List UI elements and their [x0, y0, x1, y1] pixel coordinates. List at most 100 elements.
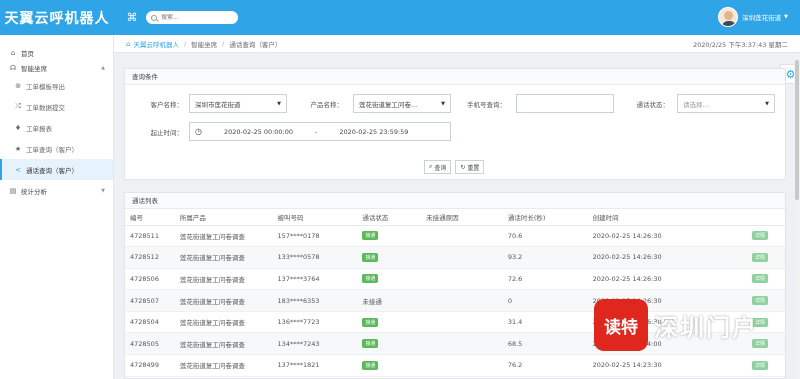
app-title[interactable]: 天翼云呼机器人 [0, 0, 114, 35]
detail-button[interactable]: 详情 [752, 360, 769, 370]
sidebar-item-label: 工单模板导出 [26, 82, 65, 91]
phone-input[interactable] [516, 94, 614, 113]
cell-id: 4728505 [125, 332, 175, 356]
cell-id: 4728504 [125, 311, 175, 334]
breadcrumb-separator: / [222, 39, 225, 48]
table-row[interactable]: 4728506 莲花街道复工问卷调查 137****3764 接通 72.6 2020-0… [125, 268, 785, 291]
breadcrumb-current: 通话查询（客户） [229, 40, 282, 49]
cell-created: 2020-02-25 14:26:30 [587, 246, 748, 269]
cell-reason [421, 354, 503, 377]
column-header[interactable]: 未接通原因 [421, 209, 503, 226]
share-icon: < [15, 165, 21, 174]
sidebar-item-smart-seat[interactable]: ☊ 智能坐席 ▲ [0, 60, 113, 75]
chevron-down-icon: ▼ [784, 14, 788, 20]
cell-id: 4728511 [125, 225, 175, 248]
search-button[interactable]: ⌕ 查询 [424, 160, 452, 174]
watermark-badge: 读特 [594, 299, 648, 351]
table-header-row: 编号 所属产品 被叫号码 通话状态 未接通原因 通话时长(秒) 创建时间 [125, 209, 785, 226]
status-badge: 接通 [362, 360, 379, 370]
cell-duration: 31.4 [502, 311, 588, 334]
query-panel: 查询条件 客户名称： 深圳市莲花街道 ▼ 产品名称： 莲花街道复工问卷... ▼… [124, 68, 786, 180]
time-separator: - [315, 127, 318, 136]
cell-action: 详情 [747, 354, 785, 377]
detail-button[interactable]: 详情 [752, 274, 769, 284]
sidebar-item-label: 工单查询（客户） [26, 145, 78, 154]
query-panel-title: 查询条件 [125, 69, 785, 85]
search-icon [151, 14, 157, 21]
cell-phone: 137****1821 [272, 354, 358, 377]
sidebar-item-statistics[interactable]: ▤ 统计分析 ▼ [0, 183, 113, 198]
sidebar-item-report[interactable]: ♦ 工单报表 [0, 117, 113, 138]
column-header[interactable]: 通话状态 [357, 209, 422, 226]
cell-product: 莲花街道复工问卷调查 [174, 354, 273, 377]
caret-down-icon: ▼ [277, 100, 281, 107]
status-select-placeholder: 请选择... [683, 100, 709, 109]
column-header[interactable]: 编号 [125, 209, 175, 226]
cell-reason [421, 246, 503, 269]
cell-phone: 157****0178 [272, 225, 358, 248]
breadcrumb-separator: / [183, 39, 187, 48]
status-badge: 接通 [362, 317, 379, 327]
time-range-picker[interactable]: ◷ 2020-02-25 00:00:00 - 2020-02-25 23:59… [189, 122, 451, 141]
sidebar-item-home[interactable]: ⌂ 首页 [0, 45, 113, 60]
menu-toggle-icon[interactable]: ⌘ [124, 10, 140, 26]
cell-status: 接通 [357, 332, 422, 356]
cell-status: 接通 [357, 268, 422, 291]
cell-phone: 137****3764 [272, 268, 358, 291]
bar-chart-icon: ▤ [9, 186, 17, 195]
search-box[interactable] [146, 11, 238, 24]
cell-product: 莲花街道复工问卷调查 [174, 311, 273, 334]
cell-status: 未接通 [357, 289, 422, 312]
home-icon: ⌂ [10, 48, 16, 57]
detail-button[interactable]: 详情 [752, 252, 769, 262]
breadcrumb-home-link[interactable]: 天翼云呼机器人 [133, 39, 179, 49]
cell-phone: 134****7243 [272, 332, 358, 356]
column-header[interactable]: 所属产品 [174, 209, 273, 226]
cell-status: 接通 [357, 225, 422, 248]
cell-duration: 76.2 [502, 354, 588, 377]
cell-id: 4728499 [125, 354, 175, 377]
status-select[interactable]: 请选择... ▼ [677, 94, 775, 113]
phone-label: 手机号查询： [467, 100, 506, 109]
cell-duration: 68.5 [502, 332, 588, 356]
scrollbar-thumb[interactable] [795, 60, 799, 200]
cell-reason [421, 225, 503, 248]
sidebar-item-call-query[interactable]: < 通话查询（客户） [0, 159, 113, 180]
search-input[interactable] [161, 14, 231, 21]
end-time: 2020-02-25 23:59:59 [339, 127, 409, 136]
reset-button[interactable]: ↻ 重置 [455, 160, 485, 174]
top-navbar: 天翼云呼机器人 ⌘ 深圳莲花街道 ▼ [0, 0, 800, 35]
product-select[interactable]: 莲花街道复工问卷... ▼ [353, 94, 451, 113]
cell-duration: 72.6 [502, 268, 588, 291]
cell-phone: 133****0578 [272, 246, 358, 269]
column-header[interactable]: 被叫号码 [272, 209, 358, 226]
status-badge: 接通 [362, 252, 379, 262]
customer-select[interactable]: 深圳市莲花街道 ▼ [189, 94, 287, 113]
column-header[interactable]: 通话时长(秒) [502, 209, 588, 226]
breadcrumb-section[interactable]: 智能坐席 [191, 39, 217, 49]
detail-button[interactable]: 详情 [752, 231, 769, 241]
cell-created: 2020-02-25 14:26:30 [587, 225, 748, 248]
status-badge: 接通 [362, 231, 379, 241]
watermark-text: 深圳门户 [654, 313, 758, 342]
refresh-icon: ↻ [460, 163, 466, 171]
table-row[interactable]: 4728499 莲花街道复工问卷调查 137****1821 接通 76.2 2020-0… [125, 354, 785, 377]
cell-id: 4728512 [125, 246, 175, 269]
sidebar-item-label: 工单报表 [26, 124, 52, 133]
cell-action: 详情 [747, 225, 785, 248]
cell-reason [421, 289, 503, 312]
table-row[interactable]: 4728512 莲花街道复工问卷调查 133****0578 接通 93.2 2020-0… [125, 246, 785, 269]
search-icon: ⌕ [429, 163, 433, 170]
start-time: 2020-02-25 00:00:00 [223, 127, 294, 136]
sidebar-item-data-submit[interactable]: ⤮ 工单数据提交 [0, 96, 113, 117]
user-menu[interactable]: 深圳莲花街道 ▼ [718, 7, 788, 27]
cell-product: 莲花街道复工问卷调查 [174, 332, 273, 356]
sidebar-item-template-export[interactable]: ⊚ 工单模板导出 [0, 75, 113, 96]
sidebar-item-label: 工单数据提交 [26, 103, 65, 112]
reset-button-label: 重置 [467, 164, 480, 172]
sidebar-item-order-query[interactable]: ★ 工单查询（客户） [0, 138, 113, 159]
column-header[interactable]: 创建时间 [587, 209, 748, 226]
cell-reason [421, 268, 503, 291]
product-select-value: 莲花街道复工问卷... [359, 100, 418, 109]
table-row[interactable]: 4728511 莲花街道复工问卷调查 157****0178 接通 70.6 2020-0… [125, 225, 785, 248]
